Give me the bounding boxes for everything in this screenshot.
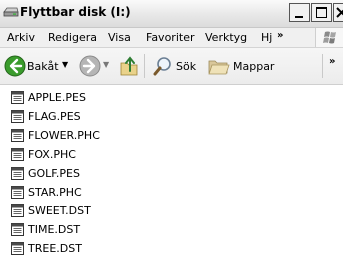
file-icon <box>11 204 24 218</box>
file-icon <box>11 91 24 104</box>
file-name: FLOWER.PHC <box>28 128 100 142</box>
file-name: SWEET.DST <box>28 204 91 218</box>
file-name: TREE.DST <box>28 242 82 256</box>
file-list-item[interactable]: GOLF.PES <box>11 166 191 182</box>
forward-dropdown-icon[interactable]: ▼ <box>103 60 109 69</box>
file-icon <box>11 185 24 199</box>
file-name: APPLE.PES <box>28 91 86 104</box>
menu-overflow-chevron[interactable]: » <box>277 30 283 41</box>
file-name: FLAG.PES <box>28 109 81 123</box>
file-icon <box>11 128 24 142</box>
toolbar-overflow-chevron[interactable]: » <box>329 56 335 67</box>
menu-item-redigera[interactable]: Redigera <box>48 31 97 44</box>
toolbar-separator <box>322 54 323 78</box>
file-list-item[interactable]: APPLE.PES <box>11 90 191 106</box>
file-icon <box>11 166 24 180</box>
back-arrow-icon[interactable] <box>4 55 26 77</box>
file-list-item[interactable]: FOX.PHC <box>11 147 191 163</box>
file-list-item[interactable]: FLAG.PES <box>11 109 191 125</box>
up-folder-icon[interactable] <box>118 54 140 78</box>
folders-icon[interactable] <box>207 55 231 77</box>
back-dropdown-icon[interactable]: ▼ <box>62 60 68 69</box>
standard-toolbar: Bakåt ▼ ▼ Sök Mappar » <box>0 48 343 85</box>
file-name: GOLF.PES <box>28 166 80 180</box>
file-name: STAR.PHC <box>28 185 82 199</box>
close-icon <box>336 7 343 18</box>
menu-item-hjalp[interactable]: Hj <box>261 31 272 44</box>
file-icon <box>11 147 24 161</box>
file-icon <box>11 109 24 123</box>
file-icon <box>11 223 24 237</box>
windows-logo-icon <box>323 31 336 44</box>
toolbar-separator <box>144 54 145 78</box>
forward-arrow-icon[interactable] <box>79 55 101 77</box>
search-button-label[interactable]: Sök <box>176 60 196 73</box>
file-list-item[interactable]: STAR.PHC <box>11 185 191 201</box>
search-icon[interactable] <box>152 55 174 77</box>
folders-button-label[interactable]: Mappar <box>233 60 274 73</box>
back-button-label[interactable]: Bakåt <box>27 60 59 73</box>
menu-item-verktyg[interactable]: Verktyg <box>205 31 247 44</box>
file-list-item[interactable]: SWEET.DST <box>11 203 191 219</box>
file-list-item[interactable]: FLOWER.PHC <box>11 128 191 144</box>
windows-flag-logo <box>315 28 343 47</box>
menu-item-favoriter[interactable]: Favoriter <box>146 31 194 44</box>
menu-bar: Arkiv Redigera Visa Favoriter Verktyg Hj… <box>0 28 343 48</box>
file-name: TIME.DST <box>28 223 81 237</box>
maximize-button[interactable] <box>311 3 332 22</box>
removable-disk-icon <box>3 7 19 17</box>
menu-item-visa[interactable]: Visa <box>108 31 131 44</box>
file-list: APPLE.PES FLAG.PES FLOWER.PHC FOX.PHC GOLF.P… <box>0 85 343 272</box>
file-icon <box>11 242 24 256</box>
file-list-item[interactable]: TREE.DST <box>11 241 191 257</box>
close-button[interactable] <box>333 3 343 22</box>
file-name: FOX.PHC <box>28 147 76 161</box>
explorer-window: Flyttbar disk (I:) Arkiv Redigera Visa F… <box>0 0 343 272</box>
file-list-item[interactable]: TIME.DST <box>11 222 191 238</box>
window-title: Flyttbar disk (I:) <box>20 5 131 19</box>
title-bar[interactable]: Flyttbar disk (I:) <box>0 0 343 28</box>
minimize-button[interactable] <box>289 3 310 22</box>
menu-item-arkiv[interactable]: Arkiv <box>7 31 35 44</box>
